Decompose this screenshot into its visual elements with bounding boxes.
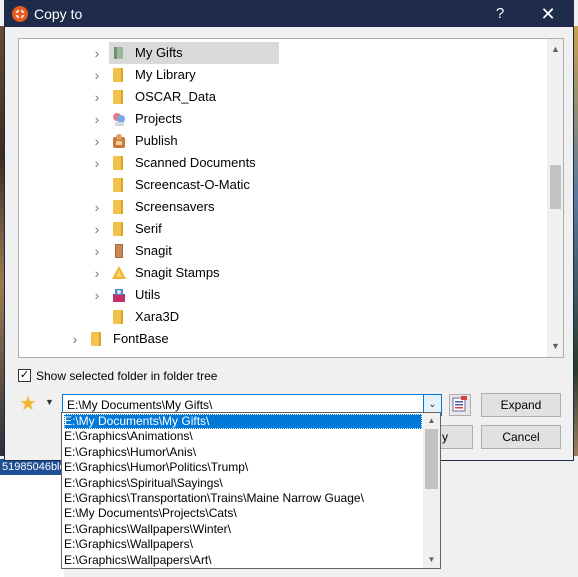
- tree-item-label: Xara3D: [135, 309, 180, 324]
- tree-item-label: Screencast-O-Matic: [135, 177, 250, 192]
- tree-item[interactable]: › Utils: [19, 284, 547, 306]
- scroll-thumb[interactable]: [550, 165, 561, 209]
- tree-item-label: My Library: [135, 67, 196, 82]
- dropdown-path-option[interactable]: E:\Graphics\Wallpapers\: [64, 537, 420, 552]
- tree-item-label: My Gifts: [135, 45, 183, 60]
- background-right-edge: [574, 26, 578, 456]
- tree-item[interactable]: › Scanned Documents: [19, 152, 547, 174]
- tree-item-label: Serif: [135, 221, 162, 236]
- tree-item[interactable]: › FontBase: [19, 328, 547, 350]
- browse-folder-glyph: [452, 396, 467, 412]
- folder-icon: [111, 177, 127, 193]
- browse-folder-icon[interactable]: [449, 394, 471, 416]
- expand-chevron-icon[interactable]: ›: [91, 218, 103, 240]
- folder-icon: [111, 89, 127, 105]
- tree-item-label: Utils: [135, 287, 161, 302]
- cancel-button[interactable]: Cancel: [481, 425, 561, 449]
- dropdown-scroll-up-icon[interactable]: ▲: [423, 414, 440, 428]
- tree-item-label: Publish: [135, 133, 178, 148]
- tree-item[interactable]: › OSCAR_Data: [19, 86, 547, 108]
- show-selected-checkbox[interactable]: ✓: [18, 369, 31, 382]
- expand-chevron-icon[interactable]: ›: [91, 152, 103, 174]
- folder-icon: [111, 155, 127, 171]
- expand-chevron-icon[interactable]: ›: [91, 42, 103, 64]
- tree-item[interactable]: › Screensavers: [19, 196, 547, 218]
- folder-icon: [111, 67, 127, 83]
- dialog-title: Copy to: [34, 6, 83, 22]
- dropdown-path-option[interactable]: E:\Graphics\Wallpapers\Winter\: [64, 522, 420, 537]
- scroll-down-icon[interactable]: ▼: [547, 338, 563, 355]
- expand-chevron-icon[interactable]: ›: [91, 130, 103, 152]
- close-button[interactable]: ✕: [533, 3, 563, 25]
- snagit-folder-icon: [111, 243, 127, 259]
- tree-item[interactable]: Xara3D: [19, 306, 547, 328]
- utils-folder-icon: [111, 287, 127, 303]
- dropdown-path-option[interactable]: E:\Graphics\Humor\Politics\Trump\: [64, 460, 420, 475]
- expand-chevron-icon[interactable]: ›: [69, 328, 81, 350]
- folder-icon: [89, 331, 105, 347]
- tree-item[interactable]: Screencast-O-Matic: [19, 174, 547, 196]
- favorites-star-icon[interactable]: ★: [19, 394, 39, 414]
- expand-chevron-icon[interactable]: ›: [91, 240, 103, 262]
- dropdown-path-option[interactable]: E:\Graphics\Spiritual\Sayings\: [64, 476, 420, 491]
- expand-chevron-icon[interactable]: ›: [91, 196, 103, 218]
- tree-item-label: Snagit Stamps: [135, 265, 220, 280]
- expand-chevron-icon[interactable]: ›: [91, 262, 103, 284]
- tree-item[interactable]: › My Library: [19, 64, 547, 86]
- tree-item[interactable]: › Serif: [19, 218, 547, 240]
- tree-item-label: OSCAR_Data: [135, 89, 216, 104]
- projects-folder-icon: [111, 111, 127, 127]
- tree-item-label: Projects: [135, 111, 182, 126]
- stamps-folder-icon: [111, 265, 127, 281]
- expand-chevron-icon[interactable]: ›: [91, 284, 103, 306]
- path-history-dropdown[interactable]: E:\My Documents\My Gifts\ E:\Graphics\Ani…: [61, 412, 441, 569]
- expand-chevron-icon[interactable]: ›: [91, 108, 103, 130]
- tree-item-label: Screensavers: [135, 199, 215, 214]
- tree-item-label: Snagit: [135, 243, 172, 258]
- show-selected-label: Show selected folder in folder tree: [36, 369, 218, 383]
- tree-item[interactable]: › Snagit Stamps: [19, 262, 547, 284]
- tree-item[interactable]: › Publish: [19, 130, 547, 152]
- expand-button[interactable]: Expand: [481, 393, 561, 417]
- dropdown-path-option[interactable]: E:\Graphics\Transportation\Trains\Maine …: [64, 491, 420, 506]
- background-bottom-area: [0, 475, 64, 577]
- tree-item-label: FontBase: [113, 331, 169, 346]
- expand-chevron-icon[interactable]: ›: [91, 64, 103, 86]
- scroll-up-icon[interactable]: ▲: [547, 41, 563, 58]
- tree-scrollbar[interactable]: ▲ ▼: [546, 39, 563, 357]
- destination-path-value: E:\My Documents\My Gifts\: [67, 398, 213, 412]
- dropdown-path-option[interactable]: E:\Graphics\Humor\Anis\: [64, 445, 420, 460]
- background-filename-strip: 51985046blob: [0, 459, 64, 475]
- dropdown-path-option[interactable]: E:\Graphics\Wallpapers\Art\: [64, 553, 420, 568]
- dropdown-path-option[interactable]: E:\Graphics\Animations\: [64, 429, 420, 444]
- gift-folder-icon: [111, 45, 127, 61]
- expand-chevron-icon[interactable]: ›: [91, 86, 103, 108]
- favorites-dropdown-caret-icon[interactable]: ▼: [45, 397, 54, 407]
- title-bar[interactable]: Copy to ? ✕: [5, 1, 573, 27]
- folder-icon: [111, 199, 127, 215]
- publish-folder-icon: [111, 133, 127, 149]
- folder-tree[interactable]: › My Gifts › My Library › OSCAR_Data › Projects…: [18, 38, 564, 358]
- tree-item-label: Scanned Documents: [135, 155, 256, 170]
- dropdown-path-option[interactable]: E:\My Documents\Projects\Cats\: [64, 506, 420, 521]
- dropdown-scroll-thumb[interactable]: [425, 429, 438, 489]
- folder-icon: [111, 221, 127, 237]
- tree-item[interactable]: › Projects: [19, 108, 547, 130]
- copy-to-dialog: Copy to ? ✕ › My Gifts › My Library › OSCAR_D…: [4, 0, 574, 461]
- app-logo-icon: [12, 6, 28, 22]
- dropdown-path-option[interactable]: E:\My Documents\My Gifts\: [64, 414, 422, 429]
- tree-item[interactable]: › My Gifts: [19, 42, 547, 64]
- dropdown-scrollbar[interactable]: ▲ ▼: [423, 413, 440, 568]
- folder-icon: [111, 309, 127, 325]
- help-button[interactable]: ?: [489, 3, 511, 25]
- dropdown-scroll-down-icon[interactable]: ▼: [423, 553, 440, 567]
- tree-item[interactable]: › Snagit: [19, 240, 547, 262]
